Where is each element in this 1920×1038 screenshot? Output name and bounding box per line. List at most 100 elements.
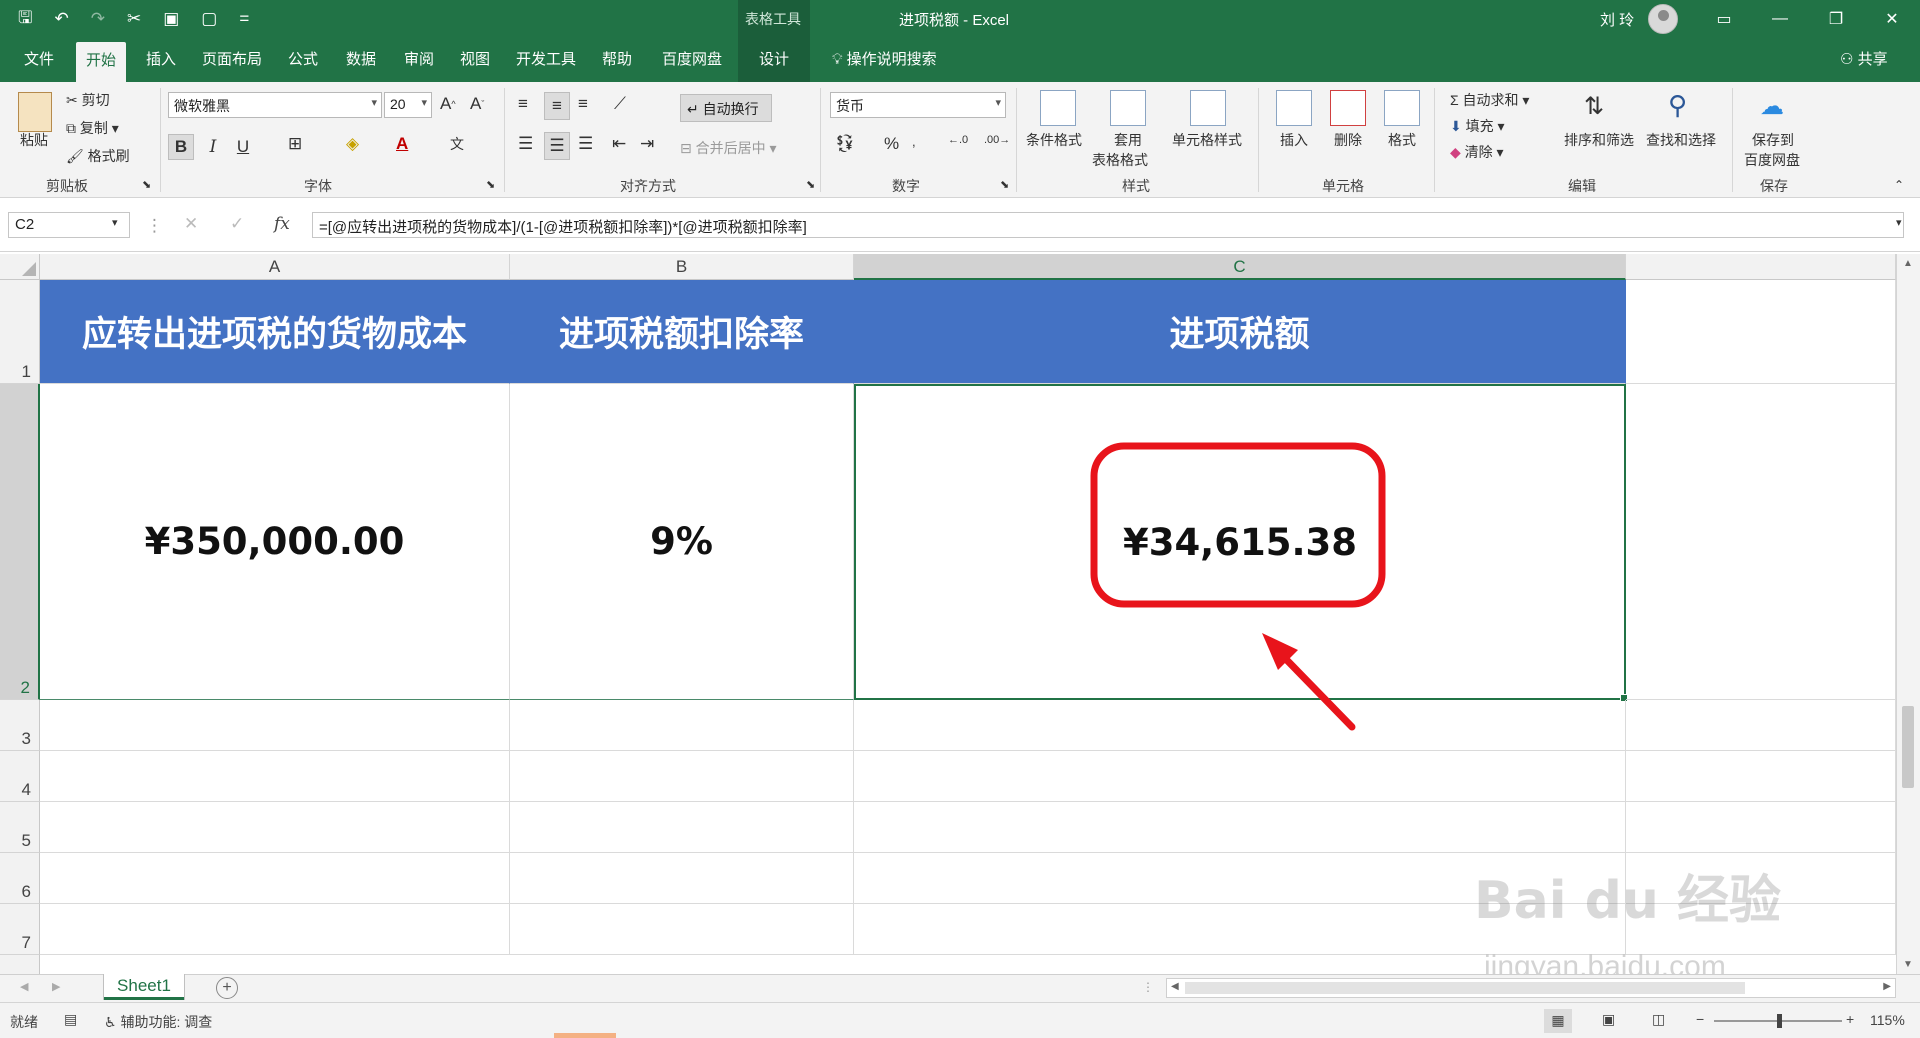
tell-me-search[interactable]: 💡︎ 操作说明搜索 (822, 38, 947, 82)
redo-icon[interactable]: ↷ (91, 9, 105, 29)
copy-button[interactable]: ⧉ 复制 ▾ (66, 118, 119, 138)
empty-cell[interactable] (40, 802, 510, 853)
format-as-table-button-2[interactable]: 表格格式 (1092, 150, 1148, 170)
column-header-b[interactable]: B (510, 254, 854, 280)
avatar[interactable] (1648, 4, 1678, 34)
format-cells-icon[interactable] (1384, 90, 1420, 126)
empty-cell[interactable] (854, 751, 1626, 802)
format-cells-button[interactable]: 格式 (1388, 130, 1416, 150)
empty-cell[interactable] (1626, 802, 1896, 853)
value-cell-b2[interactable]: 9% (510, 384, 854, 700)
expand-formula-icon[interactable]: ▾ (1896, 216, 1902, 229)
alignment-launcher-icon[interactable]: ⬊ (806, 178, 815, 191)
empty-cell[interactable] (40, 853, 510, 904)
enter-icon[interactable]: ✓ (230, 214, 244, 234)
tab-review[interactable]: 审阅 (394, 38, 444, 82)
accounting-format-icon[interactable]: 💱︎ (834, 134, 856, 154)
insert-cells-button[interactable]: 插入 (1280, 130, 1308, 150)
comma-style-icon[interactable]: , (912, 134, 916, 149)
tab-view[interactable]: 视图 (450, 38, 500, 82)
horizontal-scrollbar[interactable]: ◀ ▶ (1166, 978, 1896, 998)
print-preview-icon[interactable]: ▣ (163, 9, 179, 29)
cell-styles-button[interactable]: 单元格样式 (1172, 130, 1242, 150)
font-launcher-icon[interactable]: ⬊ (486, 178, 495, 191)
tab-formulas[interactable]: 公式 (278, 38, 328, 82)
tab-design[interactable]: 设计 (738, 38, 810, 82)
underline-button[interactable]: U (232, 134, 254, 160)
zoom-level[interactable]: 115% (1870, 1012, 1905, 1028)
add-sheet-icon[interactable]: + (216, 977, 238, 999)
find-search-icon[interactable]: ⚲ (1668, 90, 1687, 121)
value-cell-c2[interactable]: ¥34,615.38 (854, 384, 1626, 700)
save-to-baidu-button-1[interactable]: 保存到 (1752, 130, 1794, 150)
column-header-a[interactable]: A (40, 254, 510, 280)
save-icon[interactable]: 🖫 (18, 5, 32, 34)
align-left-icon[interactable]: ☰ (518, 134, 533, 154)
customize-qat-icon[interactable]: = (239, 9, 249, 29)
new-document-icon[interactable]: ▢ (201, 9, 217, 29)
wrap-text-button[interactable]: ↵ 自动换行 (680, 94, 772, 122)
font-size-select[interactable]: 20 (384, 92, 432, 118)
tab-page-layout[interactable]: 页面布局 (192, 38, 272, 82)
empty-cell[interactable] (510, 853, 854, 904)
tab-file[interactable]: 文件 (14, 38, 64, 82)
number-launcher-icon[interactable]: ⬊ (1000, 178, 1009, 191)
row-header-3[interactable]: 3 (0, 700, 40, 751)
next-sheet-icon[interactable]: ▶ (52, 980, 60, 993)
merge-center-button[interactable]: ⊟ 合并后居中 ▾ (680, 138, 777, 158)
fill-color-icon[interactable]: ◈ (346, 134, 359, 154)
row-header-5[interactable]: 5 (0, 802, 40, 853)
italic-button[interactable]: I (202, 134, 224, 160)
name-box-dropdown-icon[interactable]: ▾ (112, 216, 118, 229)
cut-button[interactable]: ✂ 剪切 (66, 90, 110, 110)
zoom-in-icon[interactable]: + (1846, 1011, 1854, 1027)
format-painter-button[interactable]: 🖌︎ 格式刷 (66, 146, 130, 166)
find-select-button[interactable]: 查找和选择 (1646, 130, 1716, 150)
share-button[interactable]: ⚇ 共享 (1830, 38, 1898, 82)
tab-data[interactable]: 数据 (336, 38, 386, 82)
column-header-c[interactable]: C (854, 254, 1626, 280)
phonetic-icon[interactable]: 文 (450, 134, 464, 154)
font-color-icon[interactable]: A (396, 134, 408, 154)
decrease-decimal-icon[interactable]: .00→ (984, 134, 1010, 146)
empty-cell[interactable] (854, 700, 1626, 751)
align-top-icon[interactable]: ≡ (518, 94, 528, 114)
clear-button[interactable]: ◆ 清除 ▾ (1450, 142, 1504, 162)
font-name-select[interactable]: 微软雅黑 (168, 92, 382, 118)
cell-d1[interactable] (1626, 280, 1896, 384)
insert-cells-icon[interactable] (1276, 90, 1312, 126)
cancel-icon[interactable]: ✕ (184, 214, 198, 234)
tab-help[interactable]: 帮助 (592, 38, 642, 82)
empty-cell[interactable] (40, 904, 510, 955)
row-header-7[interactable]: 7 (0, 904, 40, 955)
conditional-format-icon[interactable] (1040, 90, 1076, 126)
cut-icon[interactable]: ✂ (127, 9, 141, 29)
autosum-button[interactable]: Σ 自动求和 ▾ (1450, 90, 1529, 110)
delete-cells-button[interactable]: 删除 (1334, 130, 1362, 150)
empty-cell[interactable] (854, 802, 1626, 853)
page-layout-view-icon[interactable]: ▣ (1602, 1011, 1615, 1028)
increase-indent-icon[interactable]: ⇥ (640, 134, 654, 154)
borders-icon[interactable]: ⊞ (288, 134, 302, 154)
scroll-left-icon[interactable]: ◀ (1171, 981, 1179, 992)
row-header-1[interactable]: 1 (0, 280, 40, 384)
number-format-select[interactable]: 货币 (830, 92, 1006, 118)
formula-input[interactable]: =[@应转出进项税的货物成本]/(1-[@进项税额扣除率])*[@进项税额扣除率… (312, 212, 1904, 238)
empty-cell[interactable] (1626, 700, 1896, 751)
sort-filter-icon[interactable]: ⇅ (1584, 92, 1604, 121)
empty-cell[interactable] (40, 700, 510, 751)
baidu-cloud-icon[interactable]: ☁ (1760, 92, 1784, 121)
empty-cell[interactable] (510, 751, 854, 802)
scrollbar-thumb[interactable] (1902, 706, 1914, 788)
align-middle-icon[interactable]: ≡ (544, 92, 570, 120)
empty-cell[interactable] (40, 751, 510, 802)
select-all-button[interactable] (0, 254, 40, 280)
scroll-right-icon[interactable]: ▶ (1883, 981, 1891, 992)
scroll-up-icon[interactable]: ▲ (1903, 258, 1913, 269)
zoom-out-icon[interactable]: − (1696, 1011, 1704, 1027)
undo-icon[interactable]: ↶ (54, 9, 68, 29)
empty-cell[interactable] (510, 802, 854, 853)
vertical-scrollbar[interactable]: ▲ ▼ (1896, 254, 1920, 974)
row-header-6[interactable]: 6 (0, 853, 40, 904)
zoom-slider[interactable] (1714, 1014, 1842, 1028)
